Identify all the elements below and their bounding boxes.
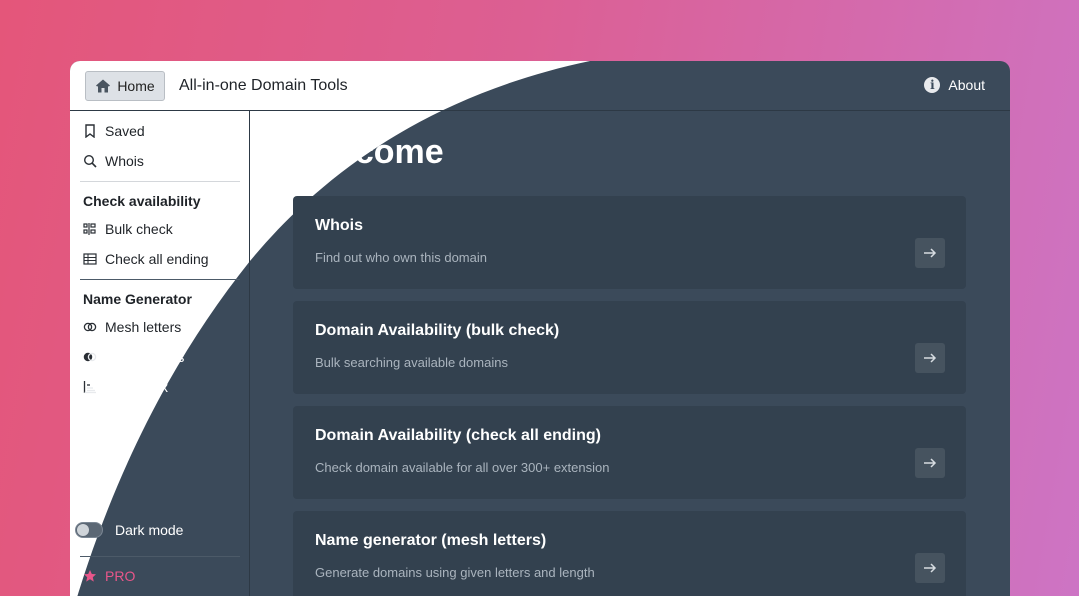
overlap-circles-icon [83, 322, 97, 332]
app-window: Home All-in-one Domain Tools i About Sav… [70, 61, 1010, 596]
overlap-circles-filled-icon [83, 352, 97, 362]
search-icon [83, 154, 97, 168]
sidebar-item-label: Match words [105, 349, 185, 365]
sidebar-divider [80, 279, 240, 280]
sidebar-item-whois[interactable]: Whois [83, 153, 144, 169]
sidebar-item-match-words[interactable]: Match words [83, 349, 184, 365]
sidebar-item-label: Check all ending [105, 251, 209, 267]
sidebar-item-label: Saved [105, 123, 145, 139]
bar-chart-icon [83, 381, 96, 394]
card-title: Domain Availability (bulk check) [315, 322, 560, 339]
sidebar-section-check: Check availability [83, 193, 201, 209]
sidebar-item-bulk-check[interactable]: Bulk check [83, 221, 173, 237]
arrow-right-button[interactable] [915, 448, 945, 478]
sidebar-divider [80, 556, 240, 557]
card-description: Find out who own this domain [315, 250, 487, 265]
card-description: Bulk searching available domains [315, 355, 508, 370]
arrow-right-icon [924, 563, 937, 573]
about-button[interactable]: i About [924, 77, 985, 93]
arrow-right-icon [924, 353, 937, 363]
tool-card[interactable]: Domain Availability (bulk check) Bulk se… [293, 301, 966, 394]
main-content: Welcome Whois Find out who own this doma… [251, 111, 1010, 596]
sidebar-item-label: Use prefix [105, 379, 169, 395]
arrow-right-icon [924, 248, 937, 258]
sidebar-item-mesh-letters[interactable]: Mesh letters [83, 319, 181, 335]
sidebar-item-label: Mesh letters [105, 319, 182, 335]
dark-mode-label: Dark mode [115, 522, 184, 538]
about-button-label: About [948, 77, 985, 93]
home-button-label: Home [117, 78, 155, 94]
tool-card[interactable]: Name generator (mesh letters) Generate d… [293, 511, 966, 596]
card-title: Domain Availability (check all ending) [315, 427, 601, 444]
card-description: Generate domains using given letters and… [315, 565, 595, 580]
arrow-right-button[interactable] [915, 238, 945, 268]
sidebar: Saved Whois Check availability Bulk chec… [70, 111, 250, 596]
arrow-right-button[interactable] [915, 553, 945, 583]
tool-card[interactable]: Domain Availability (check all ending) C… [293, 406, 966, 499]
bookmark-icon [85, 124, 95, 138]
card-title: Name generator (mesh letters) [315, 532, 547, 549]
home-icon [96, 79, 111, 93]
sidebar-item-label: Bulk check [105, 221, 173, 237]
top-bar: Home All-in-one Domain Tools i About [70, 61, 1010, 111]
table-icon [83, 253, 97, 265]
info-icon: i [924, 77, 941, 93]
arrow-right-button[interactable] [915, 343, 945, 373]
sidebar-item-label: PRO [105, 568, 136, 584]
toggle-switch[interactable] [75, 522, 103, 538]
page-title: Welcome [295, 133, 444, 171]
sidebar-divider [80, 181, 240, 182]
arrow-right-icon [924, 458, 937, 468]
home-button[interactable]: Home [85, 71, 165, 101]
sidebar-section-generator: Name Generator [83, 291, 192, 307]
app-title: All-in-one Domain Tools [179, 77, 348, 94]
sidebar-item-saved[interactable]: Saved [83, 123, 145, 139]
card-description: Check domain available for all over 300+… [315, 460, 610, 475]
sidebar-item-check-all[interactable]: Check all ending [83, 251, 209, 267]
sidebar-item-label: Whois [105, 153, 144, 169]
sidebar-item-use-prefix[interactable]: Use prefix [83, 379, 168, 395]
sidebar-item-pro[interactable]: PRO [83, 568, 135, 584]
bulk-list-icon [83, 223, 96, 235]
tool-card[interactable]: Whois Find out who own this domain [293, 196, 966, 289]
card-title: Whois [315, 217, 363, 234]
dark-mode-toggle[interactable]: Dark mode [75, 522, 183, 538]
star-icon [84, 570, 96, 582]
